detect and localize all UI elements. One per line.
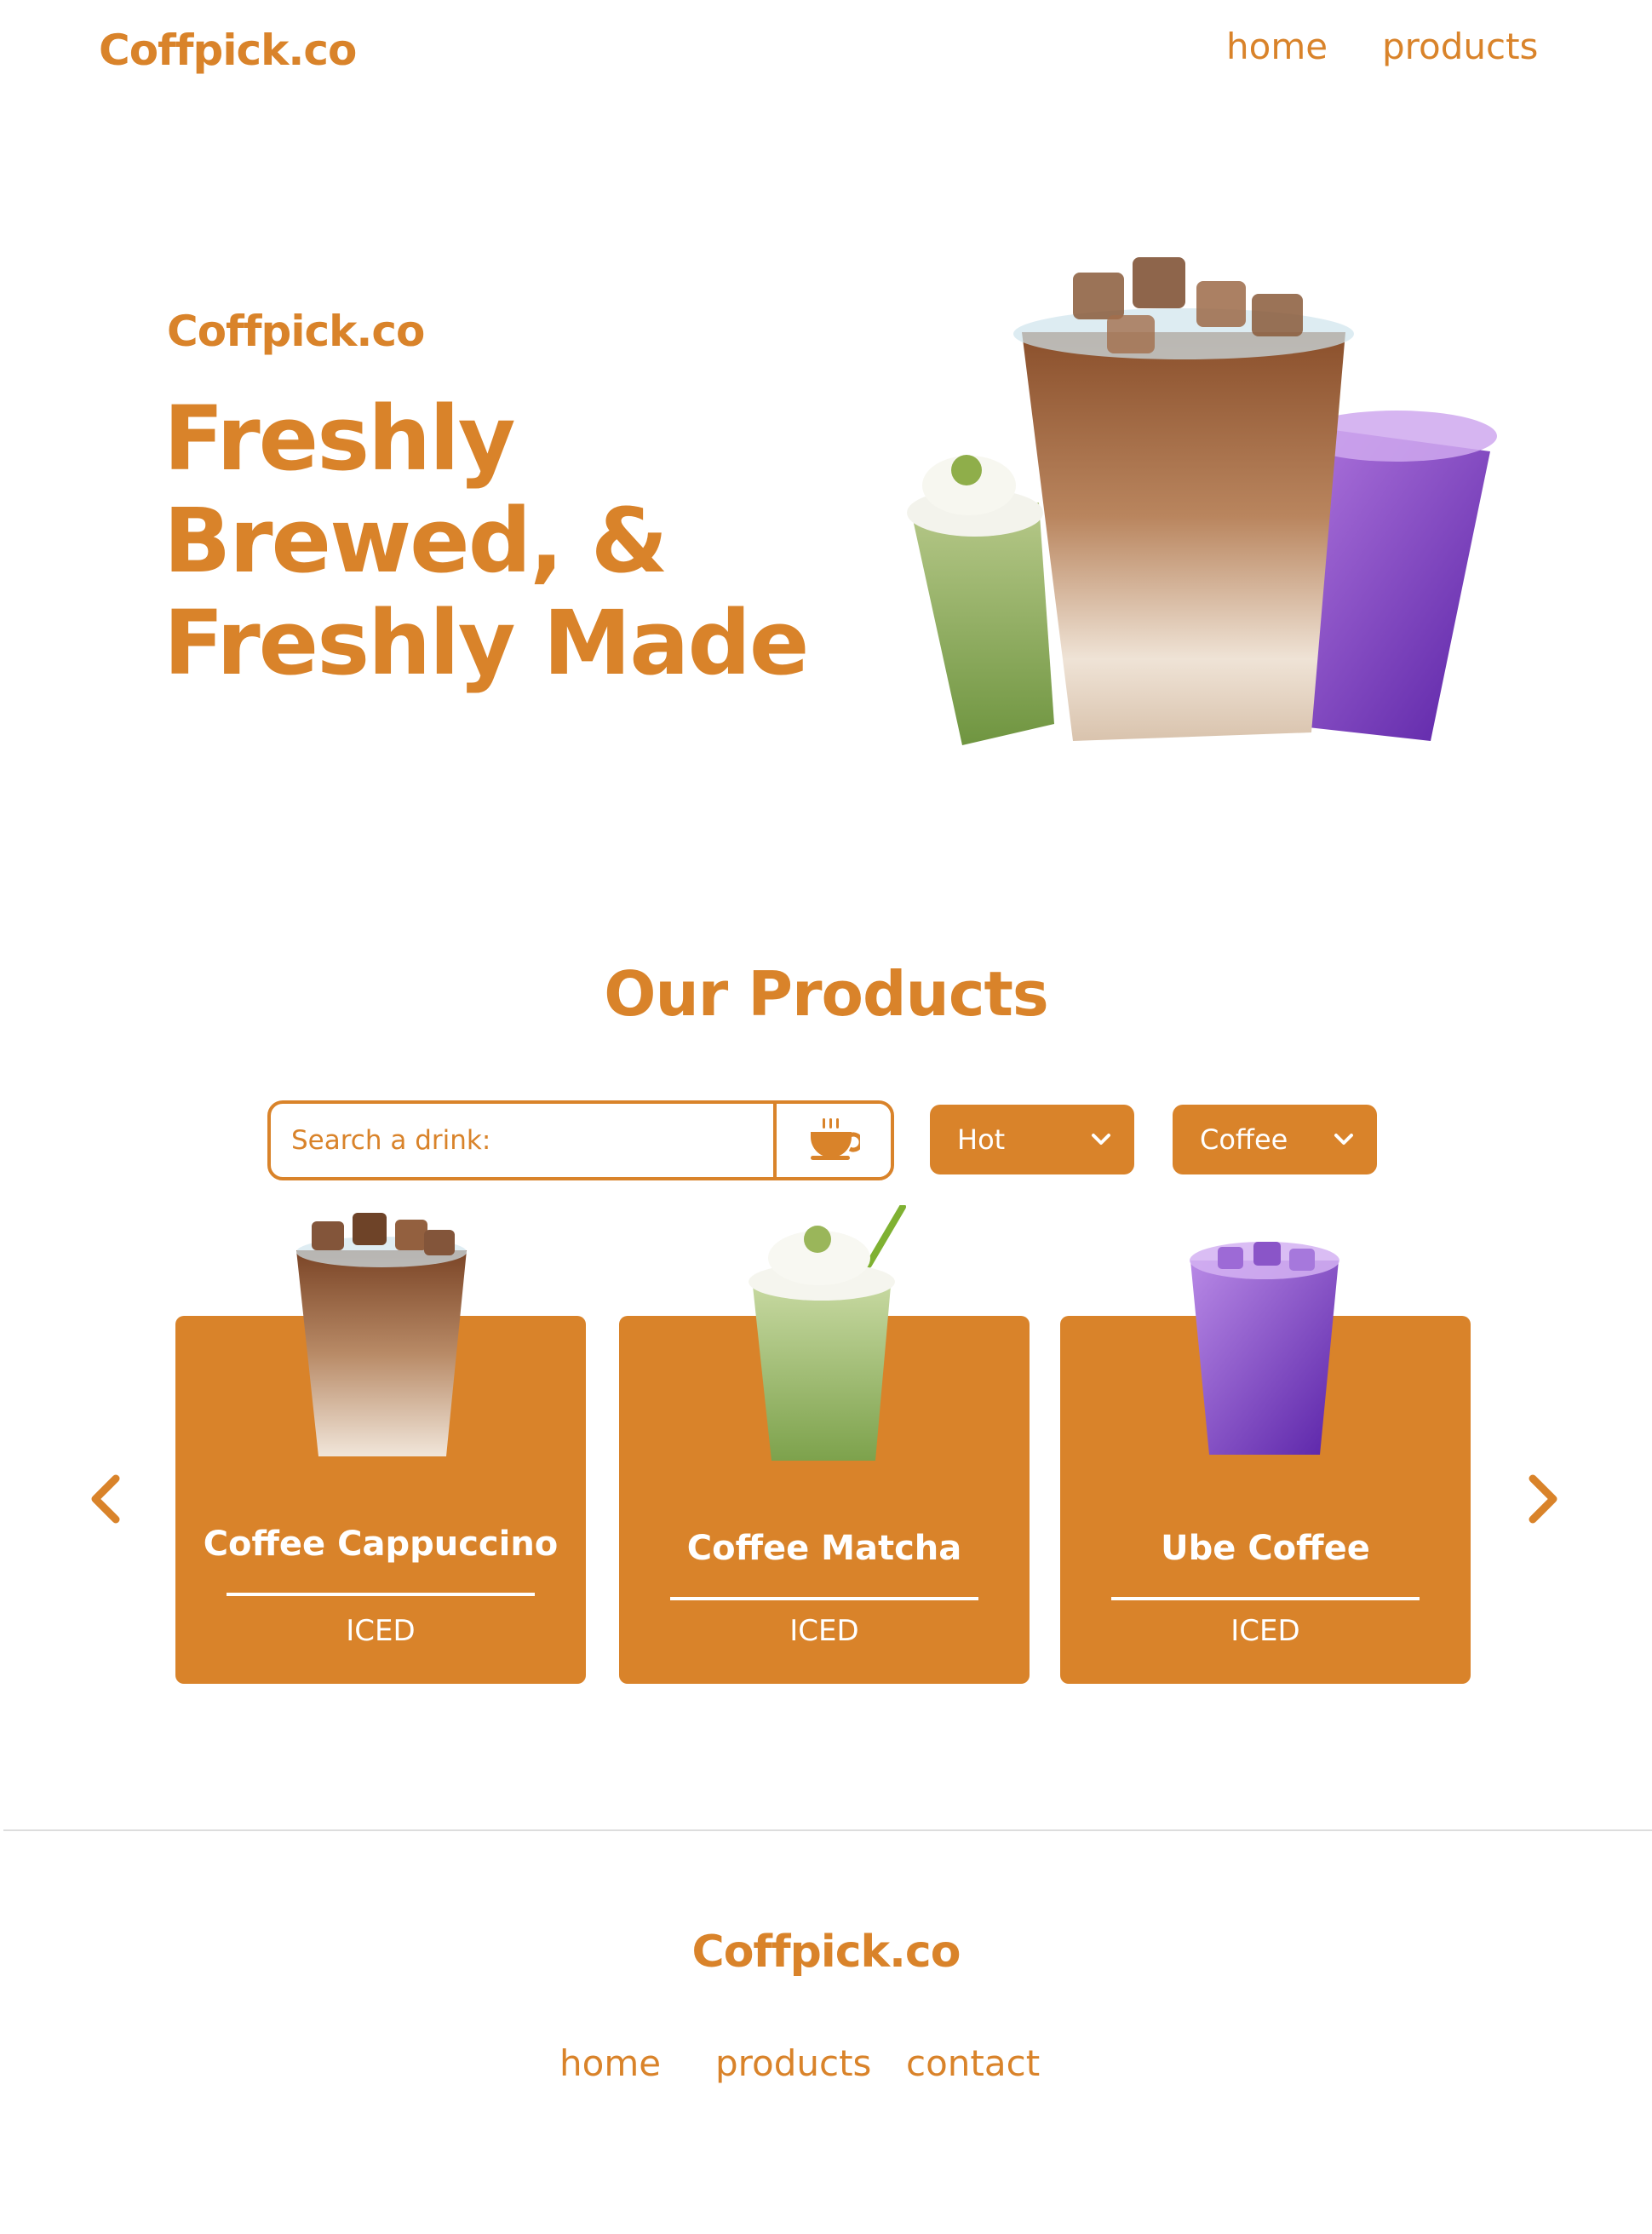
coffee-cappuccino-image bbox=[296, 1213, 467, 1456]
footer-divider bbox=[3, 1829, 1652, 1831]
temperature-select-value: Hot bbox=[957, 1123, 1006, 1156]
carousel-next-button[interactable] bbox=[1517, 1465, 1569, 1533]
product-tag: ICED bbox=[1230, 1614, 1300, 1648]
chevron-down-icon bbox=[1334, 1134, 1353, 1145]
drink-type-select[interactable]: Coffee bbox=[1173, 1105, 1377, 1174]
product-name: Ube Coffee bbox=[1161, 1529, 1370, 1568]
hero-title: Freshly Brewed, & Freshly Made bbox=[163, 387, 809, 695]
coffee-matcha-image bbox=[749, 1205, 906, 1461]
drink-type-select-value: Coffee bbox=[1200, 1123, 1288, 1156]
search-input[interactable] bbox=[271, 1104, 773, 1177]
card-divider bbox=[1111, 1597, 1420, 1600]
hero-brand: Coffpick.co bbox=[167, 307, 425, 356]
card-divider bbox=[227, 1593, 535, 1596]
search-box bbox=[267, 1100, 894, 1180]
footer-link-home[interactable]: home bbox=[559, 2042, 661, 2084]
chevron-left-icon bbox=[91, 1474, 120, 1524]
search-button[interactable] bbox=[773, 1104, 891, 1177]
nav-link-products[interactable]: products bbox=[1382, 26, 1538, 67]
nav-link-home[interactable]: home bbox=[1226, 26, 1328, 67]
chevron-right-icon bbox=[1529, 1474, 1557, 1524]
footer-link-contact[interactable]: contact bbox=[906, 2042, 1040, 2084]
product-name: Coffee Matcha bbox=[686, 1529, 962, 1568]
temperature-select[interactable]: Hot bbox=[930, 1105, 1134, 1174]
hero-drinks-image bbox=[907, 257, 1497, 745]
ube-coffee-image bbox=[1190, 1242, 1339, 1455]
card-divider bbox=[670, 1597, 978, 1600]
product-tag: ICED bbox=[346, 1614, 416, 1648]
footer-logo[interactable]: Coffpick.co bbox=[0, 1927, 1652, 1978]
products-section-title: Our Products bbox=[604, 958, 1049, 1030]
carousel-prev-button[interactable] bbox=[80, 1465, 131, 1533]
footer-link-products[interactable]: products bbox=[715, 2042, 871, 2084]
product-tag: ICED bbox=[789, 1614, 859, 1648]
product-name: Coffee Cappuccino bbox=[203, 1525, 559, 1564]
header-logo[interactable]: Coffpick.co bbox=[99, 26, 357, 75]
chevron-down-icon bbox=[1092, 1134, 1110, 1145]
coffee-cup-icon bbox=[811, 1118, 860, 1160]
